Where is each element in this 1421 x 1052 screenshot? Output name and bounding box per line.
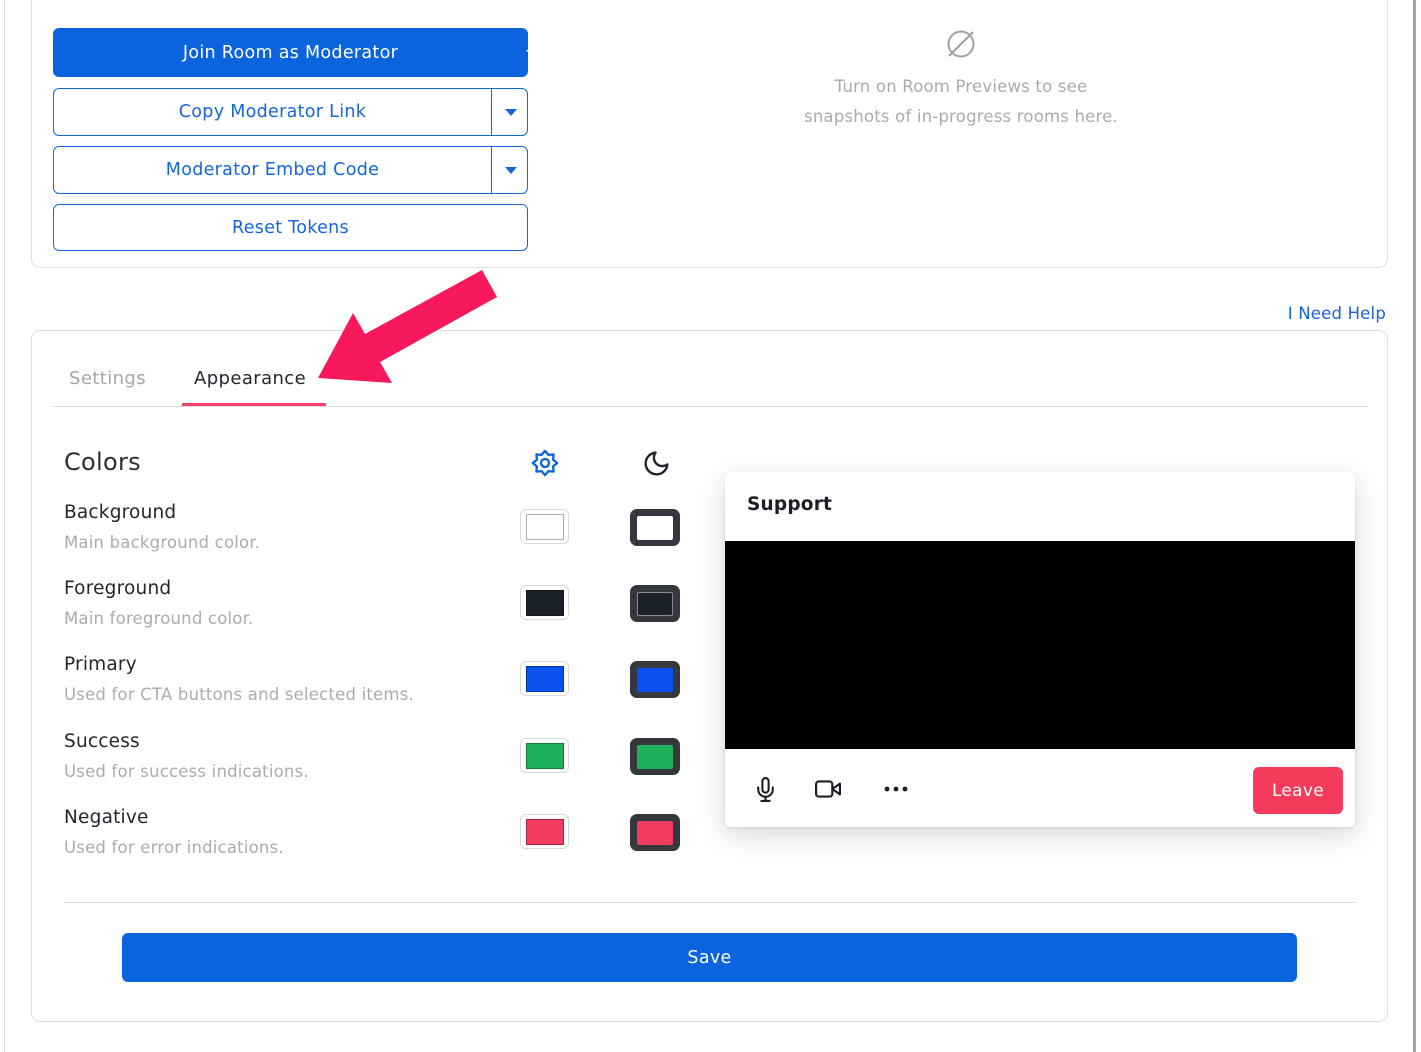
chevron-down-icon[interactable] bbox=[505, 109, 517, 116]
scrollbar[interactable] bbox=[1413, 0, 1416, 1052]
more-options-icon[interactable] bbox=[881, 780, 911, 798]
swatch-fill bbox=[526, 666, 564, 692]
foreground-dark-swatch[interactable] bbox=[630, 585, 680, 622]
row-description: Used for success indications. bbox=[64, 762, 309, 781]
swatch-fill bbox=[526, 590, 564, 616]
reset-tokens-button[interactable]: Reset Tokens bbox=[53, 204, 528, 251]
success-dark-swatch[interactable] bbox=[630, 738, 680, 775]
colors-section-title: Colors bbox=[64, 448, 141, 476]
video-feed bbox=[725, 541, 1355, 749]
page-left-border bbox=[4, 0, 5, 1052]
preview-disabled-icon bbox=[942, 25, 980, 63]
tabs-divider bbox=[53, 406, 1367, 407]
success-light-swatch[interactable] bbox=[520, 738, 569, 773]
swatch-fill bbox=[637, 668, 673, 692]
chevron-down-icon[interactable] bbox=[505, 167, 517, 174]
chevron-down-icon bbox=[526, 50, 538, 57]
swatch-fill bbox=[637, 592, 673, 616]
tab-settings[interactable]: Settings bbox=[69, 368, 146, 389]
swatch-fill bbox=[526, 743, 564, 769]
previews-message-line1: Turn on Room Previews to see bbox=[761, 72, 1161, 102]
row-label: Background bbox=[64, 502, 176, 523]
split-divider bbox=[491, 89, 492, 135]
swatch-fill bbox=[637, 516, 673, 540]
moderator-embed-code-button[interactable]: Moderator Embed Code bbox=[53, 146, 528, 194]
support-preview-card: Support Leave bbox=[725, 472, 1355, 827]
swatch-fill bbox=[526, 514, 564, 540]
background-light-swatch[interactable] bbox=[520, 509, 569, 544]
room-previews-placeholder: Turn on Room Previews to see snapshots o… bbox=[761, 25, 1161, 132]
light-mode-gear-icon[interactable] bbox=[529, 447, 561, 479]
row-description: Main foreground color. bbox=[64, 609, 254, 628]
row-description: Used for CTA buttons and selected items. bbox=[64, 685, 414, 704]
camera-icon[interactable] bbox=[813, 776, 843, 802]
preview-room-title: Support bbox=[747, 494, 832, 515]
moderator-card: Join Room as Moderator Copy Moderator Li… bbox=[31, 0, 1388, 268]
swatch-fill bbox=[637, 821, 673, 845]
tab-appearance[interactable]: Appearance bbox=[194, 368, 306, 389]
save-divider bbox=[64, 902, 1356, 903]
foreground-light-swatch[interactable] bbox=[520, 585, 569, 620]
leave-button[interactable]: Leave bbox=[1253, 767, 1343, 814]
join-room-as-moderator-button[interactable]: Join Room as Moderator bbox=[53, 28, 528, 77]
row-label: Primary bbox=[64, 654, 137, 675]
row-label: Success bbox=[64, 731, 140, 752]
row-description: Main background color. bbox=[64, 533, 260, 552]
row-description: Used for error indications. bbox=[64, 838, 284, 857]
primary-dark-swatch[interactable] bbox=[630, 661, 680, 698]
reset-tokens-label: Reset Tokens bbox=[232, 218, 349, 238]
background-dark-swatch[interactable] bbox=[630, 509, 680, 546]
annotation-arrow-icon bbox=[300, 260, 520, 400]
previews-message-line2: snapshots of in-progress rooms here. bbox=[761, 102, 1161, 132]
primary-light-swatch[interactable] bbox=[520, 661, 569, 696]
swatch-fill bbox=[637, 745, 673, 769]
embed-code-label: Moderator Embed Code bbox=[166, 160, 379, 180]
negative-light-swatch[interactable] bbox=[520, 814, 569, 849]
copy-moderator-link-button[interactable]: Copy Moderator Link bbox=[53, 88, 528, 136]
dark-mode-moon-icon[interactable] bbox=[640, 447, 672, 479]
join-room-label: Join Room as Moderator bbox=[183, 43, 398, 63]
row-label: Negative bbox=[64, 807, 149, 828]
swatch-fill bbox=[526, 819, 564, 845]
copy-link-label: Copy Moderator Link bbox=[179, 102, 366, 122]
negative-dark-swatch[interactable] bbox=[630, 814, 680, 851]
row-label: Foreground bbox=[64, 578, 171, 599]
save-button[interactable]: Save bbox=[122, 933, 1297, 982]
page: Join Room as Moderator Copy Moderator Li… bbox=[0, 0, 1421, 1052]
microphone-icon[interactable] bbox=[751, 774, 779, 804]
i-need-help-link[interactable]: I Need Help bbox=[1086, 304, 1386, 323]
split-divider bbox=[491, 147, 492, 193]
